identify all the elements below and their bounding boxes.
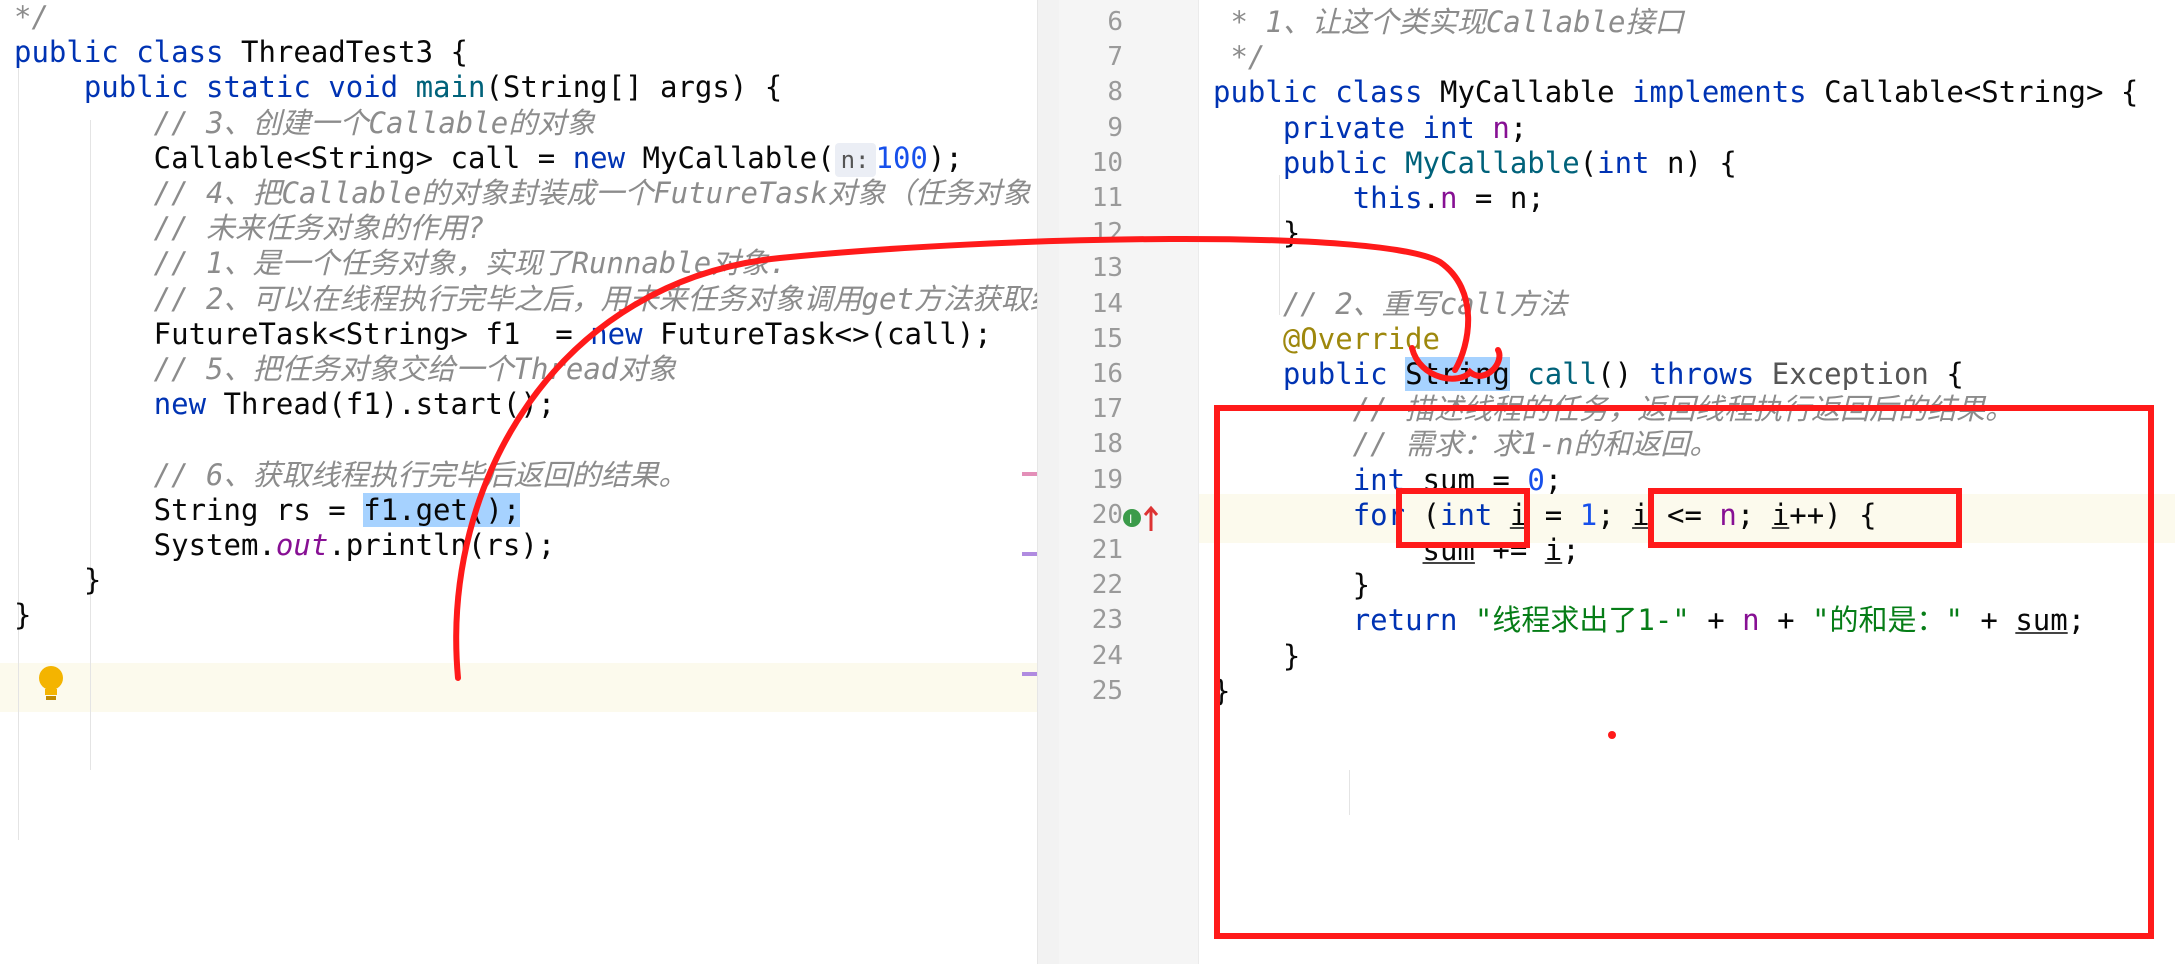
- arrow-annotation: [453, 236, 1616, 739]
